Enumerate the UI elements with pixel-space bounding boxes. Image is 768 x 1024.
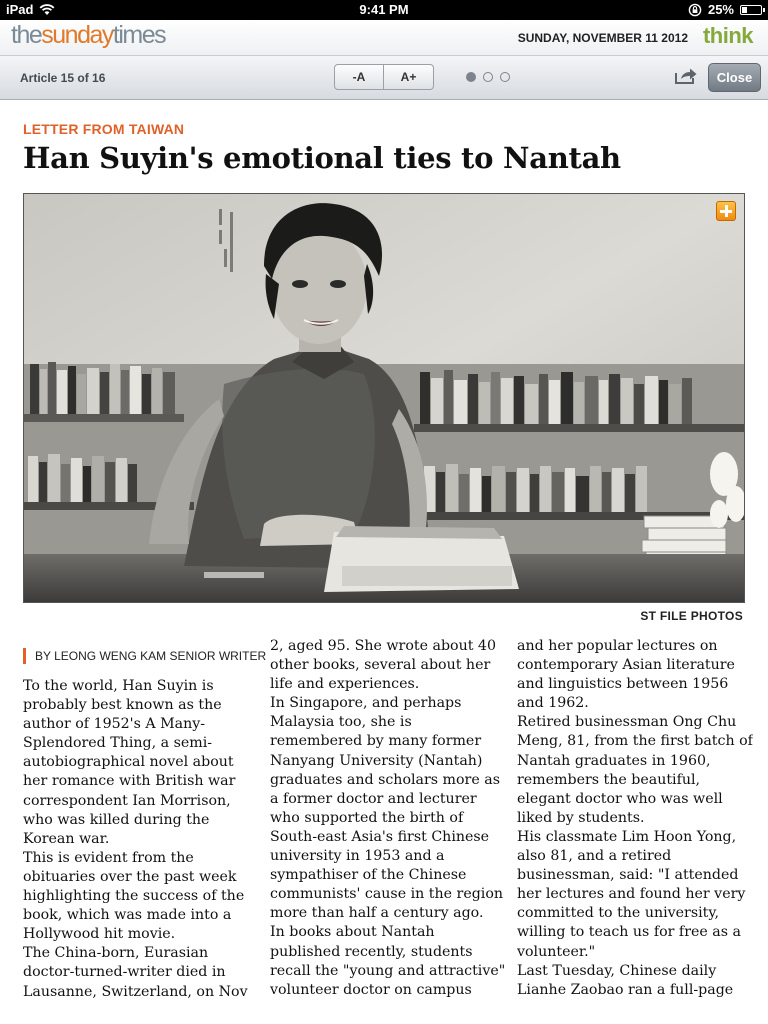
article-headline: Han Suyin's emotional ties to Nantah bbox=[23, 141, 621, 175]
article-text-line: Malaysia too, she is bbox=[270, 714, 412, 731]
increase-font-button[interactable]: A+ bbox=[384, 64, 434, 90]
article-text-line: contemporary Asian literature bbox=[517, 657, 735, 674]
article-text-line: Hollywood hit movie. bbox=[23, 926, 176, 943]
article-text-line: graduates and scholars more as bbox=[270, 771, 500, 788]
orientation-lock-icon bbox=[688, 3, 702, 17]
article-kicker: LETTER FROM TAIWAN bbox=[23, 121, 185, 137]
reader-toolbar: Article 15 of 16 -A A+ Close bbox=[0, 56, 768, 100]
article-text-line: elegant doctor who was well bbox=[517, 790, 723, 807]
article-text-line: more than half a century ago. bbox=[270, 905, 484, 922]
article-text-line: Lianhe Zaobao ran a full-page bbox=[517, 981, 734, 998]
page-dot-2[interactable] bbox=[483, 72, 493, 82]
article-text-line: correspondent Ian Morrison, bbox=[23, 792, 231, 809]
article-text-line: and linguistics between 1956 bbox=[517, 676, 729, 693]
photo-credit: ST FILE PHOTOS bbox=[640, 609, 743, 623]
status-time: 9:41 PM bbox=[359, 2, 409, 17]
article-text-line: In Singapore, and perhaps bbox=[270, 695, 462, 712]
article-text-line: sympathiser of the Chinese bbox=[270, 867, 467, 884]
article-counter: Article 15 of 16 bbox=[20, 71, 106, 85]
article-text-line: communists' cause in the region bbox=[270, 886, 504, 903]
article-text-line: book, which was made into a bbox=[23, 907, 232, 924]
article-text-line: The China-born, Eurasian bbox=[23, 945, 209, 962]
page-dot-1[interactable] bbox=[466, 72, 476, 82]
article-text-line: and 1962. bbox=[517, 695, 589, 712]
article-text-line: published recently, students bbox=[270, 943, 473, 960]
article-text-line: Last Tuesday, Chinese daily bbox=[517, 962, 717, 979]
article-text-line: Korean war. bbox=[23, 830, 110, 847]
status-bar: iPad 9:41 PM 25% bbox=[0, 0, 768, 20]
article-text-line: probably best known as the bbox=[23, 697, 222, 714]
article-text-line: Retired businessman Ong Chu bbox=[517, 714, 737, 731]
article-text-line: South-east Asia's first Chinese bbox=[270, 828, 490, 845]
share-icon[interactable] bbox=[674, 67, 698, 90]
article-text-line: university in 1953 and a bbox=[270, 848, 445, 865]
article-text-line: liked by students. bbox=[517, 809, 645, 826]
article-column-1: To the world, Han Suyin is probably best … bbox=[23, 677, 258, 1024]
article-text-line: This is evident from the bbox=[23, 849, 194, 866]
article-text-line: willing to teach us for free as a bbox=[517, 924, 741, 941]
battery-icon bbox=[740, 4, 765, 15]
article-text-line: remembers the beautiful, bbox=[517, 771, 701, 788]
article-text-line: Splendored Thing, a semi- bbox=[23, 735, 213, 752]
article-text-line: Lausanne, Switzerland, on Nov bbox=[23, 983, 248, 1000]
article-column-2: 2, aged 95. She wrote about 40 other book… bbox=[270, 637, 506, 1024]
battery-level bbox=[742, 6, 747, 13]
article-text-line: volunteer doctor on campus bbox=[270, 981, 472, 998]
article-text-line: His classmate Lim Hoon Yong, bbox=[517, 828, 737, 845]
article-photo[interactable] bbox=[23, 193, 745, 603]
article-text-line: volunteer." bbox=[517, 943, 596, 960]
page-dot-3[interactable] bbox=[500, 72, 510, 82]
byline: BY LEONG WENG KAM SENIOR WRITER bbox=[23, 648, 266, 664]
article-text-line: committed to the university, bbox=[517, 905, 719, 922]
status-bar-right: 25% bbox=[688, 2, 765, 17]
decrease-font-button[interactable]: -A bbox=[334, 64, 384, 90]
article-text-line: Nantah graduates in 1960, bbox=[517, 752, 711, 769]
article-text-line: doctor-turned-writer died in bbox=[23, 964, 226, 981]
article-text-line: businessman, said: "I attended bbox=[517, 867, 739, 884]
article-text-line: Nanyang University (Nantah) bbox=[270, 752, 483, 769]
page-indicator[interactable] bbox=[466, 72, 510, 82]
article-column-3: and her popular lectures on contemporary … bbox=[517, 637, 753, 1024]
article-text-line: also 81, and a retired bbox=[517, 848, 672, 865]
article-text-line: a former doctor and lecturer bbox=[270, 790, 477, 807]
font-size-controls: -A A+ bbox=[334, 64, 434, 90]
article-text-line: Meng, 81, from the first batch of bbox=[517, 733, 753, 750]
logo-times: times bbox=[112, 21, 167, 49]
article-text-line: other books, several about her bbox=[270, 657, 491, 674]
article-text-line: 2, aged 95. She wrote about 40 bbox=[270, 638, 496, 654]
article-text-line: In books about Nantah bbox=[270, 924, 435, 941]
article-text-line: her lectures and found her very bbox=[517, 886, 746, 903]
article-text-line: author of 1952's A Many- bbox=[23, 716, 206, 733]
article-text-line: autobiographical novel about bbox=[23, 754, 234, 771]
article-text-line: remembered by many former bbox=[270, 733, 482, 750]
section-brand: think bbox=[702, 23, 754, 48]
article-text-line: life and experiences. bbox=[270, 676, 420, 693]
article-text-line: who supported the birth of bbox=[270, 809, 464, 826]
article-text-line: who was killed during the bbox=[23, 811, 210, 828]
masthead: thesundaytimes SUNDAY, NOVEMBER 11 2012 … bbox=[0, 20, 768, 56]
article-text-line: obituaries over the past week bbox=[23, 868, 237, 885]
close-button[interactable]: Close bbox=[708, 63, 761, 92]
logo-the: the bbox=[11, 21, 43, 49]
battery-percent: 25% bbox=[707, 2, 734, 17]
logo-sunday: sunday bbox=[41, 21, 114, 49]
article-text-line: highlighting the success of the bbox=[23, 888, 245, 905]
newspaper-logo: thesundaytimes bbox=[11, 21, 167, 50]
article-text-line: and her popular lectures on bbox=[517, 638, 718, 654]
article-text-line: To the world, Han Suyin is bbox=[23, 678, 214, 694]
article-text-line: recall the "young and attractive" bbox=[270, 962, 506, 979]
expand-photo-icon[interactable] bbox=[716, 201, 736, 221]
edition-date: SUNDAY, NOVEMBER 11 2012 bbox=[517, 31, 688, 45]
article-text-line: her romance with British war bbox=[23, 773, 236, 790]
